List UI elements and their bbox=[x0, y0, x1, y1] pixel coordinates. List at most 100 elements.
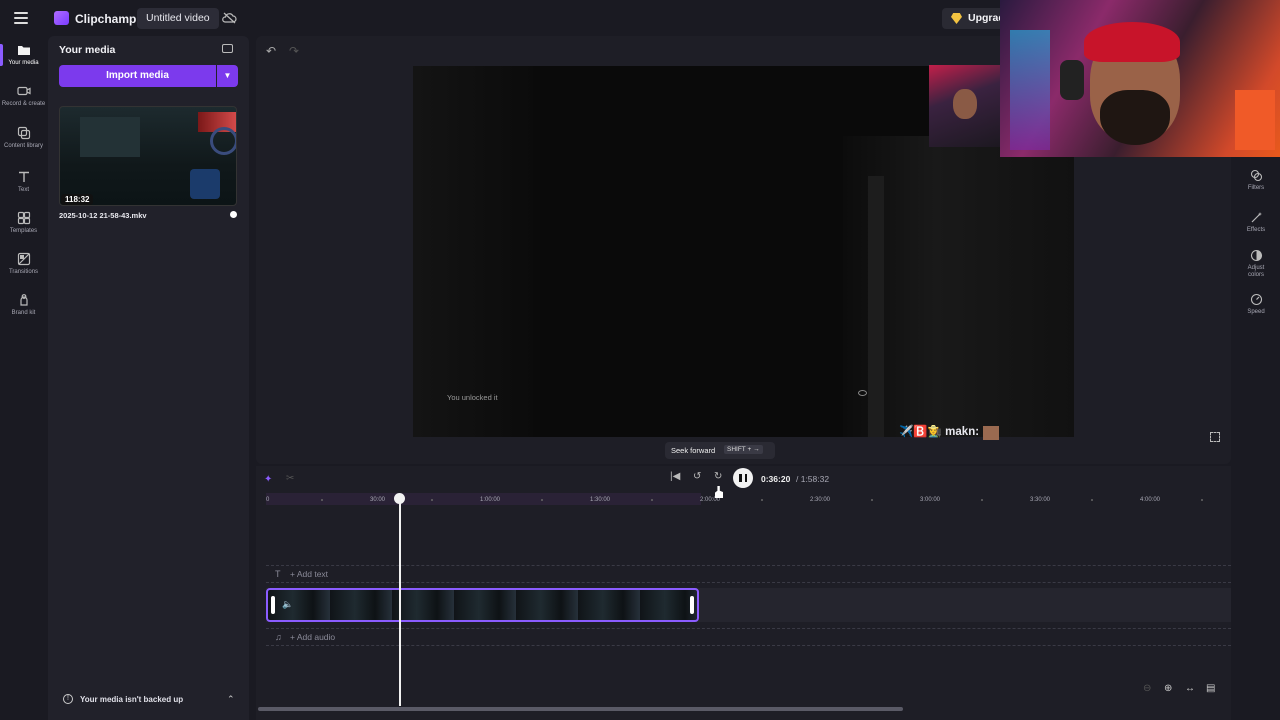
audio-track[interactable]: ♫ + Add audio bbox=[266, 628, 1231, 646]
rail-item-templates[interactable]: Templates bbox=[0, 206, 47, 246]
media-thumbnail[interactable] bbox=[59, 106, 237, 206]
check-icon bbox=[230, 211, 237, 218]
fullscreen-icon[interactable] bbox=[1210, 432, 1220, 442]
ruler-tick: 2:30:00 bbox=[810, 497, 831, 503]
rail-item-text[interactable]: Text bbox=[0, 165, 47, 205]
media-panel: Your media Import media ▼ 118:32 2025-10… bbox=[48, 36, 249, 720]
ai-sparkle-icon[interactable]: ✦ bbox=[264, 474, 272, 485]
expand-timeline-icon[interactable]: ▤ bbox=[1206, 683, 1215, 694]
playhead[interactable] bbox=[399, 494, 401, 706]
text-icon bbox=[16, 169, 32, 185]
camera-icon bbox=[16, 83, 32, 99]
timeline-scrollbar[interactable] bbox=[258, 707, 903, 711]
rail-label: Text bbox=[17, 187, 29, 193]
panel-title: Your media bbox=[59, 44, 116, 56]
prop-label: Adjust colors bbox=[1247, 265, 1265, 278]
seek-forward-icon[interactable]: ↻ bbox=[714, 471, 722, 482]
tooltip-shortcut: SHIFT + → bbox=[724, 445, 763, 454]
templates-icon bbox=[16, 210, 32, 226]
ruler-tick: 3:00:00 bbox=[920, 497, 941, 503]
rail-label: Record & create bbox=[1, 101, 46, 107]
chat-avatar bbox=[983, 426, 999, 440]
text-track[interactable]: T + Add text bbox=[266, 565, 1231, 583]
chevron-up-icon[interactable]: ⌃ bbox=[227, 694, 235, 705]
ruler-tick: 4:00:00 bbox=[1140, 497, 1161, 503]
tooltip-label: Seek forward bbox=[671, 446, 716, 455]
cloud-off-icon[interactable] bbox=[222, 12, 237, 24]
prop-adjust-colors[interactable]: Adjust colors bbox=[1232, 249, 1280, 279]
rail-item-brand-kit[interactable]: Brand kit bbox=[0, 288, 47, 328]
diamond-icon bbox=[951, 13, 962, 24]
menu-icon[interactable] bbox=[14, 12, 28, 24]
undo-icon[interactable]: ↶ bbox=[266, 44, 276, 58]
pause-button[interactable] bbox=[733, 468, 753, 488]
prop-label: Filters bbox=[1247, 185, 1265, 191]
media-filename: 2025-10-12 21-58-43.mkv bbox=[59, 211, 147, 220]
rail-label: Your media bbox=[8, 60, 39, 66]
playhead-handle[interactable] bbox=[394, 493, 405, 504]
add-audio-label: + Add audio bbox=[290, 632, 336, 642]
chat-overlay: ✈️🅱️👩‍🌾 makn: bbox=[899, 424, 979, 438]
transitions-icon bbox=[16, 251, 32, 267]
project-title[interactable]: Untitled video bbox=[137, 8, 219, 29]
speed-icon bbox=[1250, 293, 1263, 306]
clip-left-handle[interactable] bbox=[271, 596, 275, 614]
fit-timeline-icon[interactable]: ↔ bbox=[1185, 683, 1195, 694]
prop-filters[interactable]: Filters bbox=[1232, 169, 1280, 192]
prop-speed[interactable]: Speed bbox=[1232, 293, 1280, 316]
rail-label: Transitions bbox=[8, 269, 39, 275]
chat-emotes: ✈️🅱️👩‍🌾 bbox=[899, 426, 942, 438]
clip-right-handle[interactable] bbox=[690, 596, 694, 614]
collapse-panel-icon[interactable] bbox=[222, 44, 233, 53]
zoom-in-icon[interactable]: ⊕ bbox=[1164, 683, 1172, 694]
rail-item-record-create[interactable]: Record & create bbox=[0, 79, 47, 119]
ruler-tick: 1:30:00 bbox=[590, 497, 611, 503]
ruler-tick: 0 bbox=[266, 497, 270, 503]
chevron-down-icon[interactable]: ▼ bbox=[217, 65, 238, 87]
eye-icon bbox=[858, 390, 867, 396]
redo-icon[interactable]: ↷ bbox=[289, 44, 299, 58]
chat-username: makn: bbox=[945, 426, 980, 438]
seek-back-icon[interactable]: ↺ bbox=[693, 471, 701, 482]
library-icon bbox=[16, 125, 32, 141]
zoom-out-icon[interactable]: ⊖ bbox=[1143, 683, 1151, 694]
seek-forward-tooltip: Seek forward SHIFT + → bbox=[665, 442, 775, 459]
add-text-label: + Add text bbox=[290, 569, 329, 579]
timeline: ✦ ✂ |◀ ↺ ↻ 0:36:20 / 1:58:32 0 30:00 1:0… bbox=[256, 466, 1231, 720]
app-name: Clipchamp bbox=[75, 12, 137, 26]
duration-badge: 118:32 bbox=[61, 194, 94, 205]
clipchamp-logo-icon bbox=[54, 11, 69, 25]
rail-item-transitions[interactable]: Transitions bbox=[0, 247, 47, 287]
preview-caption: You unlocked it bbox=[447, 393, 498, 402]
rail-item-your-media[interactable]: Your media bbox=[0, 38, 47, 78]
current-time: 0:36:20 bbox=[761, 474, 791, 484]
webcam-preview-thumbnail bbox=[929, 65, 1001, 147]
import-media-button[interactable]: Import media bbox=[59, 65, 216, 87]
filters-icon bbox=[1250, 169, 1263, 182]
prop-label: Effects bbox=[1246, 227, 1266, 233]
rail-label: Content library bbox=[3, 143, 44, 149]
ruler-tick: 1:00:00 bbox=[480, 497, 501, 503]
effects-icon bbox=[1250, 211, 1263, 224]
brand-kit-icon bbox=[16, 292, 32, 308]
streamer-webcam-overlay bbox=[1000, 0, 1280, 157]
backup-status[interactable]: ! Your media isn't backed up ⌃ bbox=[48, 686, 249, 714]
clipchamp-app: Clipchamp Untitled video Upgrad Your med… bbox=[0, 0, 1280, 720]
scissors-icon[interactable]: ✂ bbox=[286, 473, 294, 484]
prop-effects[interactable]: Effects bbox=[1232, 211, 1280, 234]
folder-icon bbox=[16, 42, 32, 58]
rail-label: Templates bbox=[9, 228, 38, 234]
total-time: / 1:58:32 bbox=[796, 474, 830, 484]
ruler-tick: 30:00 bbox=[370, 497, 386, 503]
music-note-icon: ♫ bbox=[275, 632, 282, 642]
volume-icon[interactable]: 🔈 bbox=[282, 599, 293, 610]
backup-text: Your media isn't backed up bbox=[80, 695, 184, 704]
left-rail: Your media Record & create Content libra… bbox=[0, 36, 47, 720]
text-icon: T bbox=[275, 569, 281, 579]
rail-label: Brand kit bbox=[11, 310, 36, 316]
video-clip[interactable]: 🔈 bbox=[266, 588, 699, 622]
info-icon: ! bbox=[63, 694, 73, 704]
skip-to-start-icon[interactable]: |◀ bbox=[670, 471, 680, 482]
rail-item-content-library[interactable]: Content library bbox=[0, 121, 47, 161]
property-panel: Filters Effects Adjust colors Speed bbox=[1232, 160, 1280, 340]
